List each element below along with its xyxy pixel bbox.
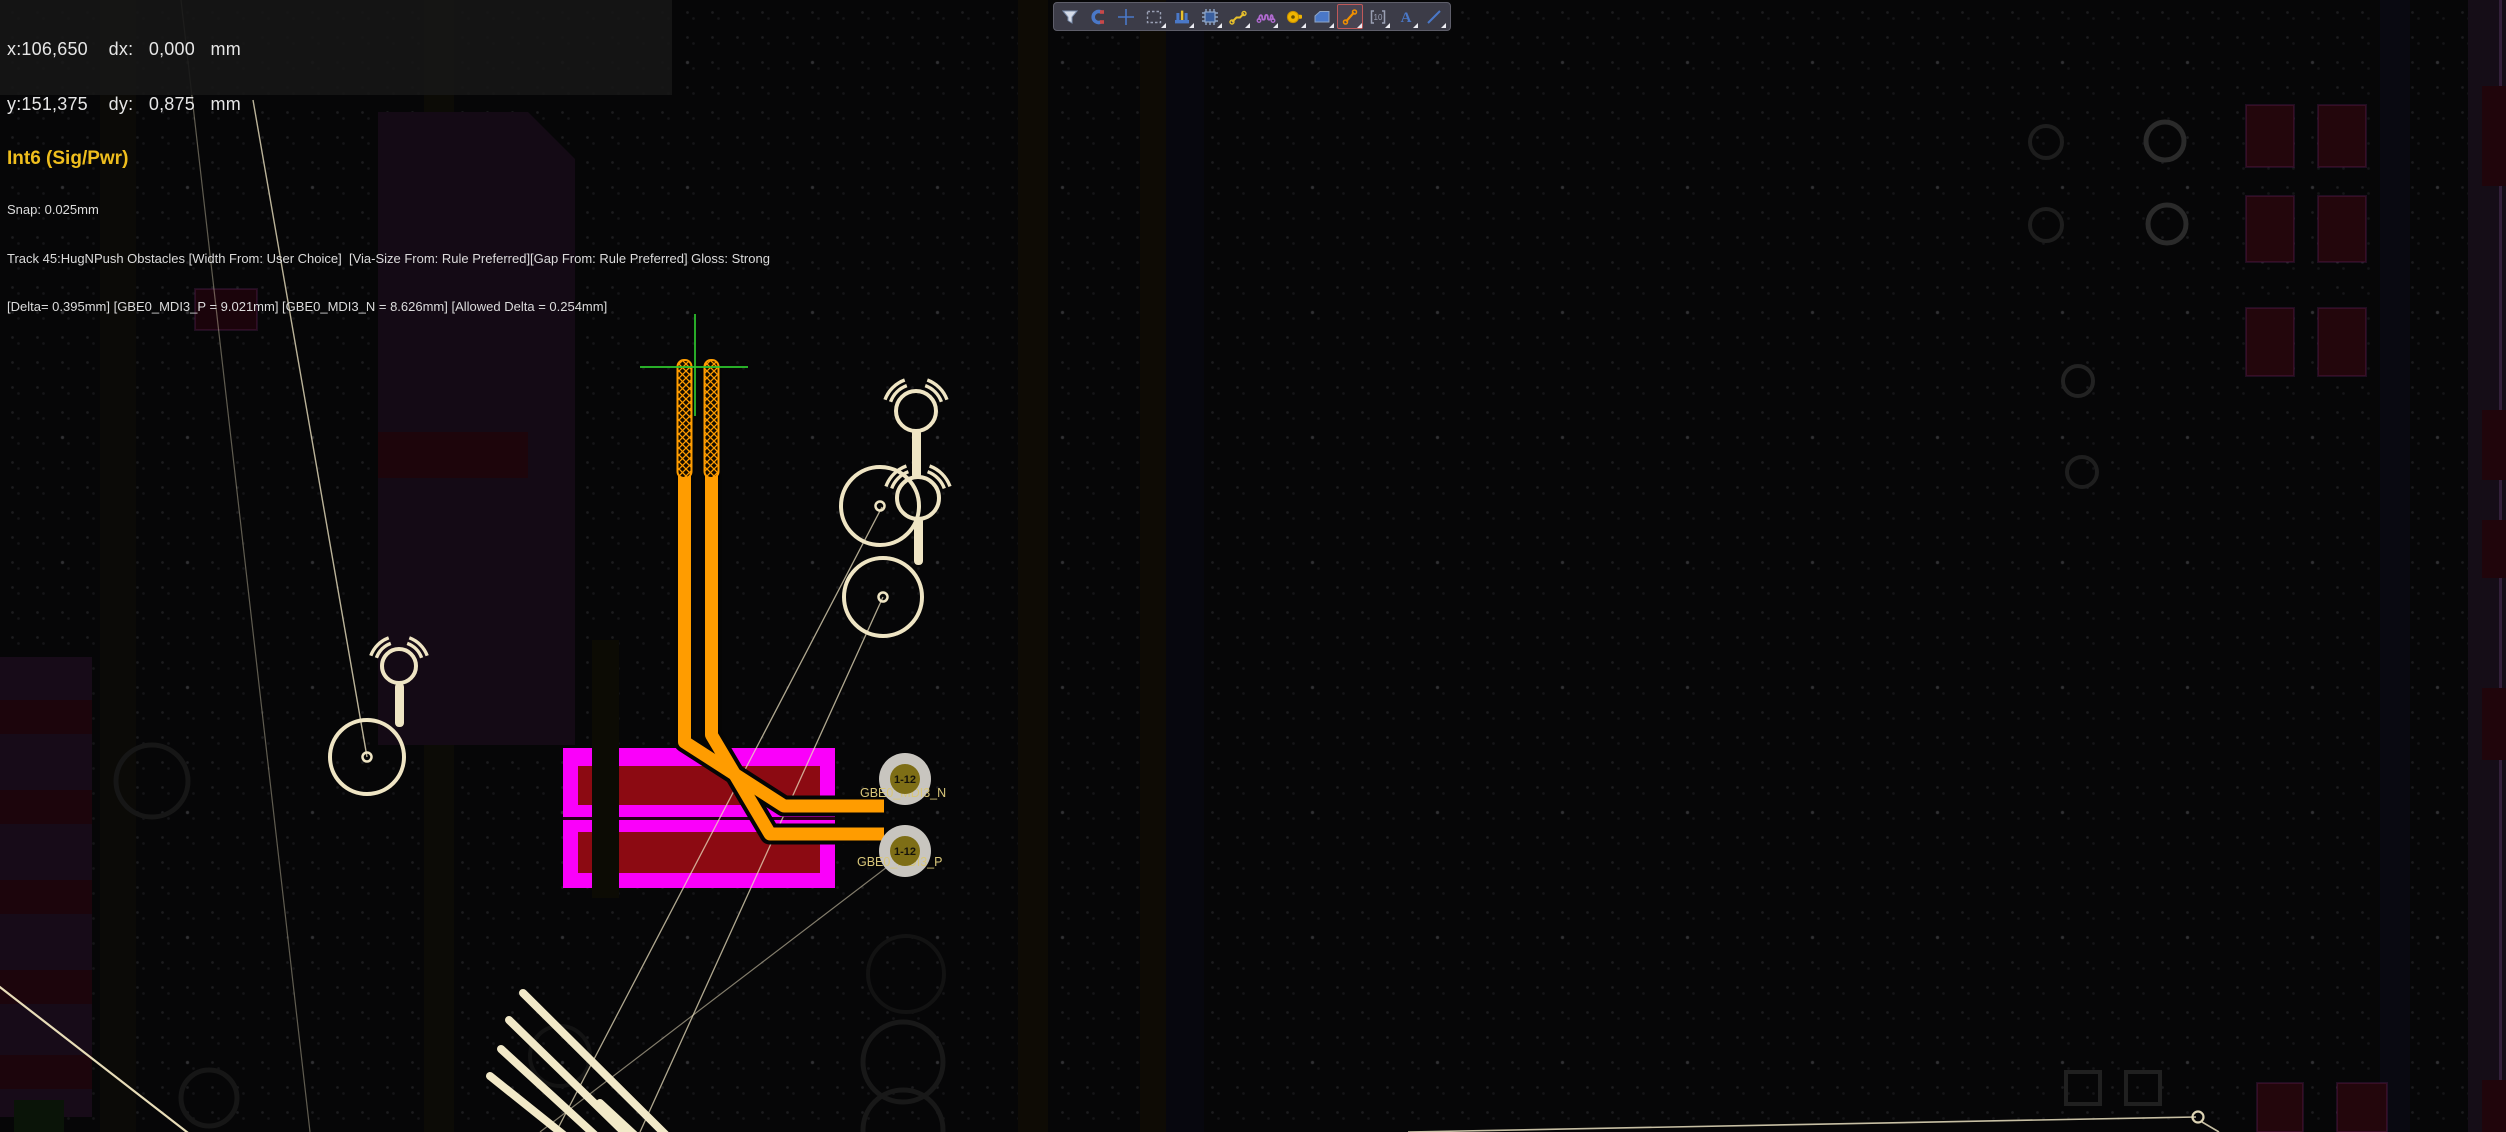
trace-lookahead-hatched xyxy=(678,360,692,478)
via-designator: 1-12 xyxy=(894,846,916,858)
cream-traces xyxy=(490,993,667,1132)
highlighted-pad-group[interactable] xyxy=(563,640,835,898)
active-bar-toolbar: 10 A xyxy=(1053,2,1451,31)
line-icon[interactable] xyxy=(1421,4,1447,29)
drill-pad xyxy=(841,467,919,545)
cursor-coordinates-y: y:151,375 dy: 0,875 mm xyxy=(7,95,672,114)
pad-gap xyxy=(592,640,619,898)
via-designator: 1-12 xyxy=(894,774,916,786)
polygon-icon[interactable] xyxy=(1309,4,1335,29)
pad-icon[interactable] xyxy=(1169,4,1195,29)
text-icon[interactable]: A xyxy=(1393,4,1419,29)
trace-lookahead-hatched xyxy=(705,360,719,478)
via-icon[interactable] xyxy=(1281,4,1307,29)
pcb-editor-canvas[interactable]: GBE0_MDI3_N 1-12 GBE0_MDI3_P 1-12 x:106,… xyxy=(0,0,2506,1132)
antenna-ring xyxy=(896,391,936,431)
length-delta-label: [Delta= 0.395mm] [GBE0_MDI3_P = 9.021mm]… xyxy=(7,301,672,314)
svg-text:10: 10 xyxy=(1374,13,1383,22)
cursor-coordinates-x: x:106,650 dx: 0,000 mm xyxy=(7,40,672,59)
component-icon[interactable] xyxy=(1197,4,1223,29)
crosshair-icon[interactable] xyxy=(1113,4,1139,29)
routing-mode-label: Track 45:HugNPush Obstacles [Width From:… xyxy=(7,253,672,266)
magnet-icon[interactable] xyxy=(1085,4,1111,29)
snap-grid-label: Snap: 0.025mm xyxy=(7,204,672,217)
routing-status-overlay: x:106,650 dx: 0,000 mm y:151,375 dy: 0,8… xyxy=(0,0,672,95)
active-layer-label: Int6 (Sig/Pwr) xyxy=(7,150,672,168)
interactive-route-icon[interactable] xyxy=(1337,4,1363,29)
funnel-icon[interactable] xyxy=(1057,4,1083,29)
selection-rect-icon[interactable] xyxy=(1141,4,1167,29)
svg-text:A: A xyxy=(1401,10,1412,26)
meander-icon[interactable] xyxy=(1253,4,1279,29)
tracks-icon[interactable] xyxy=(1225,4,1251,29)
measure-icon[interactable]: 10 xyxy=(1365,4,1391,29)
